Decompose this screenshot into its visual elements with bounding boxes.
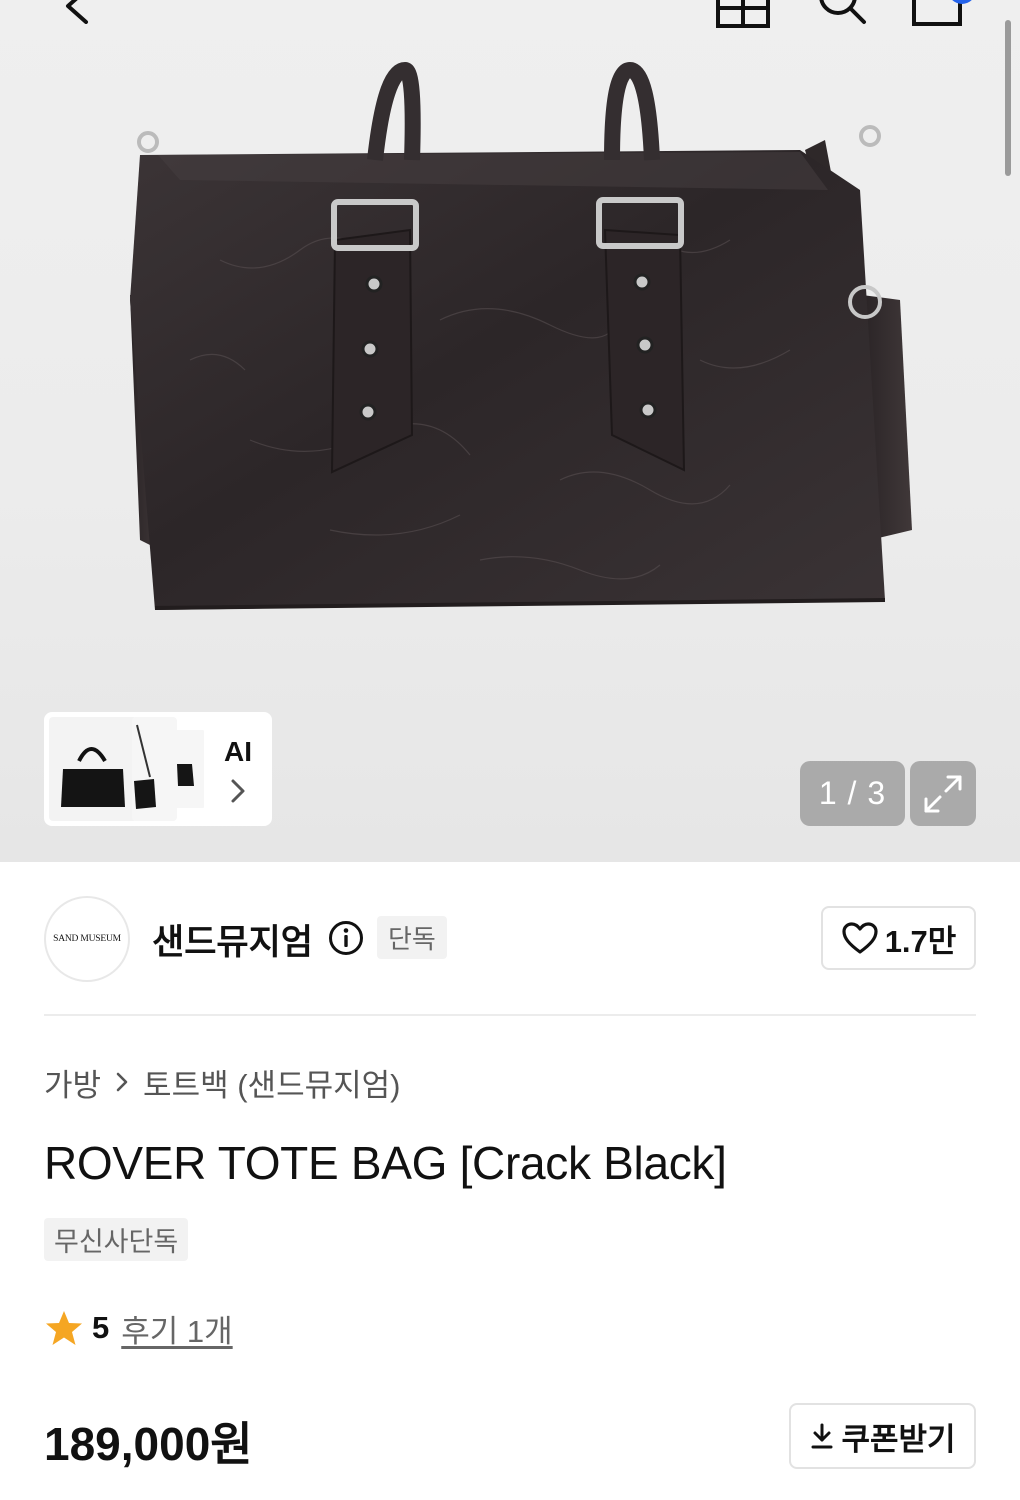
home-icon[interactable]	[714, 0, 772, 30]
like-button[interactable]: 1.7만	[821, 906, 976, 970]
scrollbar[interactable]	[1005, 20, 1011, 176]
product-gallery[interactable]: AI 1 / 3	[0, 0, 1020, 862]
rating-row: 5 후기 1개	[44, 1306, 233, 1350]
divider	[44, 1014, 976, 1016]
product-image[interactable]	[100, 60, 920, 640]
brand-logo[interactable]: SAND MUSEUM	[44, 896, 130, 982]
breadcrumb-category[interactable]: 가방	[44, 1060, 101, 1105]
breadcrumb: 가방 토트백 (샌드뮤지엄)	[44, 1060, 400, 1105]
chevron-right-icon	[116, 1072, 128, 1092]
chevron-right-icon[interactable]	[229, 778, 247, 804]
musinsa-exclusive-badge: 무신사단독	[44, 1218, 189, 1261]
brand-name[interactable]: 샌드뮤지엄	[152, 914, 313, 965]
coupon-button[interactable]: 쿠폰받기	[789, 1403, 976, 1469]
breadcrumb-subcategory[interactable]: 토트백 (샌드뮤지엄)	[143, 1060, 400, 1105]
image-counter: 1 / 3	[800, 761, 905, 826]
thumbnail-3[interactable]	[172, 730, 206, 808]
rating-value: 5	[92, 1310, 110, 1345]
product-title: ROVER TOTE BAG [Crack Black]	[44, 1137, 727, 1189]
ai-label[interactable]: AI	[224, 736, 252, 768]
coupon-label: 쿠폰받기	[841, 1421, 956, 1457]
cart-icon[interactable]	[910, 0, 990, 30]
thumbnail-1[interactable]	[49, 717, 137, 821]
info-icon[interactable]	[328, 920, 364, 956]
expand-button[interactable]	[910, 761, 976, 826]
like-count: 1.7만	[884, 923, 957, 959]
download-icon	[811, 1423, 833, 1449]
star-icon	[46, 1311, 82, 1345]
heart-icon	[842, 922, 878, 954]
ai-thumbnail-card[interactable]	[44, 712, 272, 826]
price: 189,000원	[44, 1418, 253, 1470]
expand-icon	[924, 775, 962, 812]
thumbnail-2[interactable]	[132, 717, 177, 821]
back-arrow-icon[interactable]	[58, 0, 98, 24]
search-icon[interactable]	[812, 0, 870, 28]
exclusive-tag: 단독	[377, 916, 447, 959]
review-count-link[interactable]: 후기 1개	[121, 1306, 232, 1351]
